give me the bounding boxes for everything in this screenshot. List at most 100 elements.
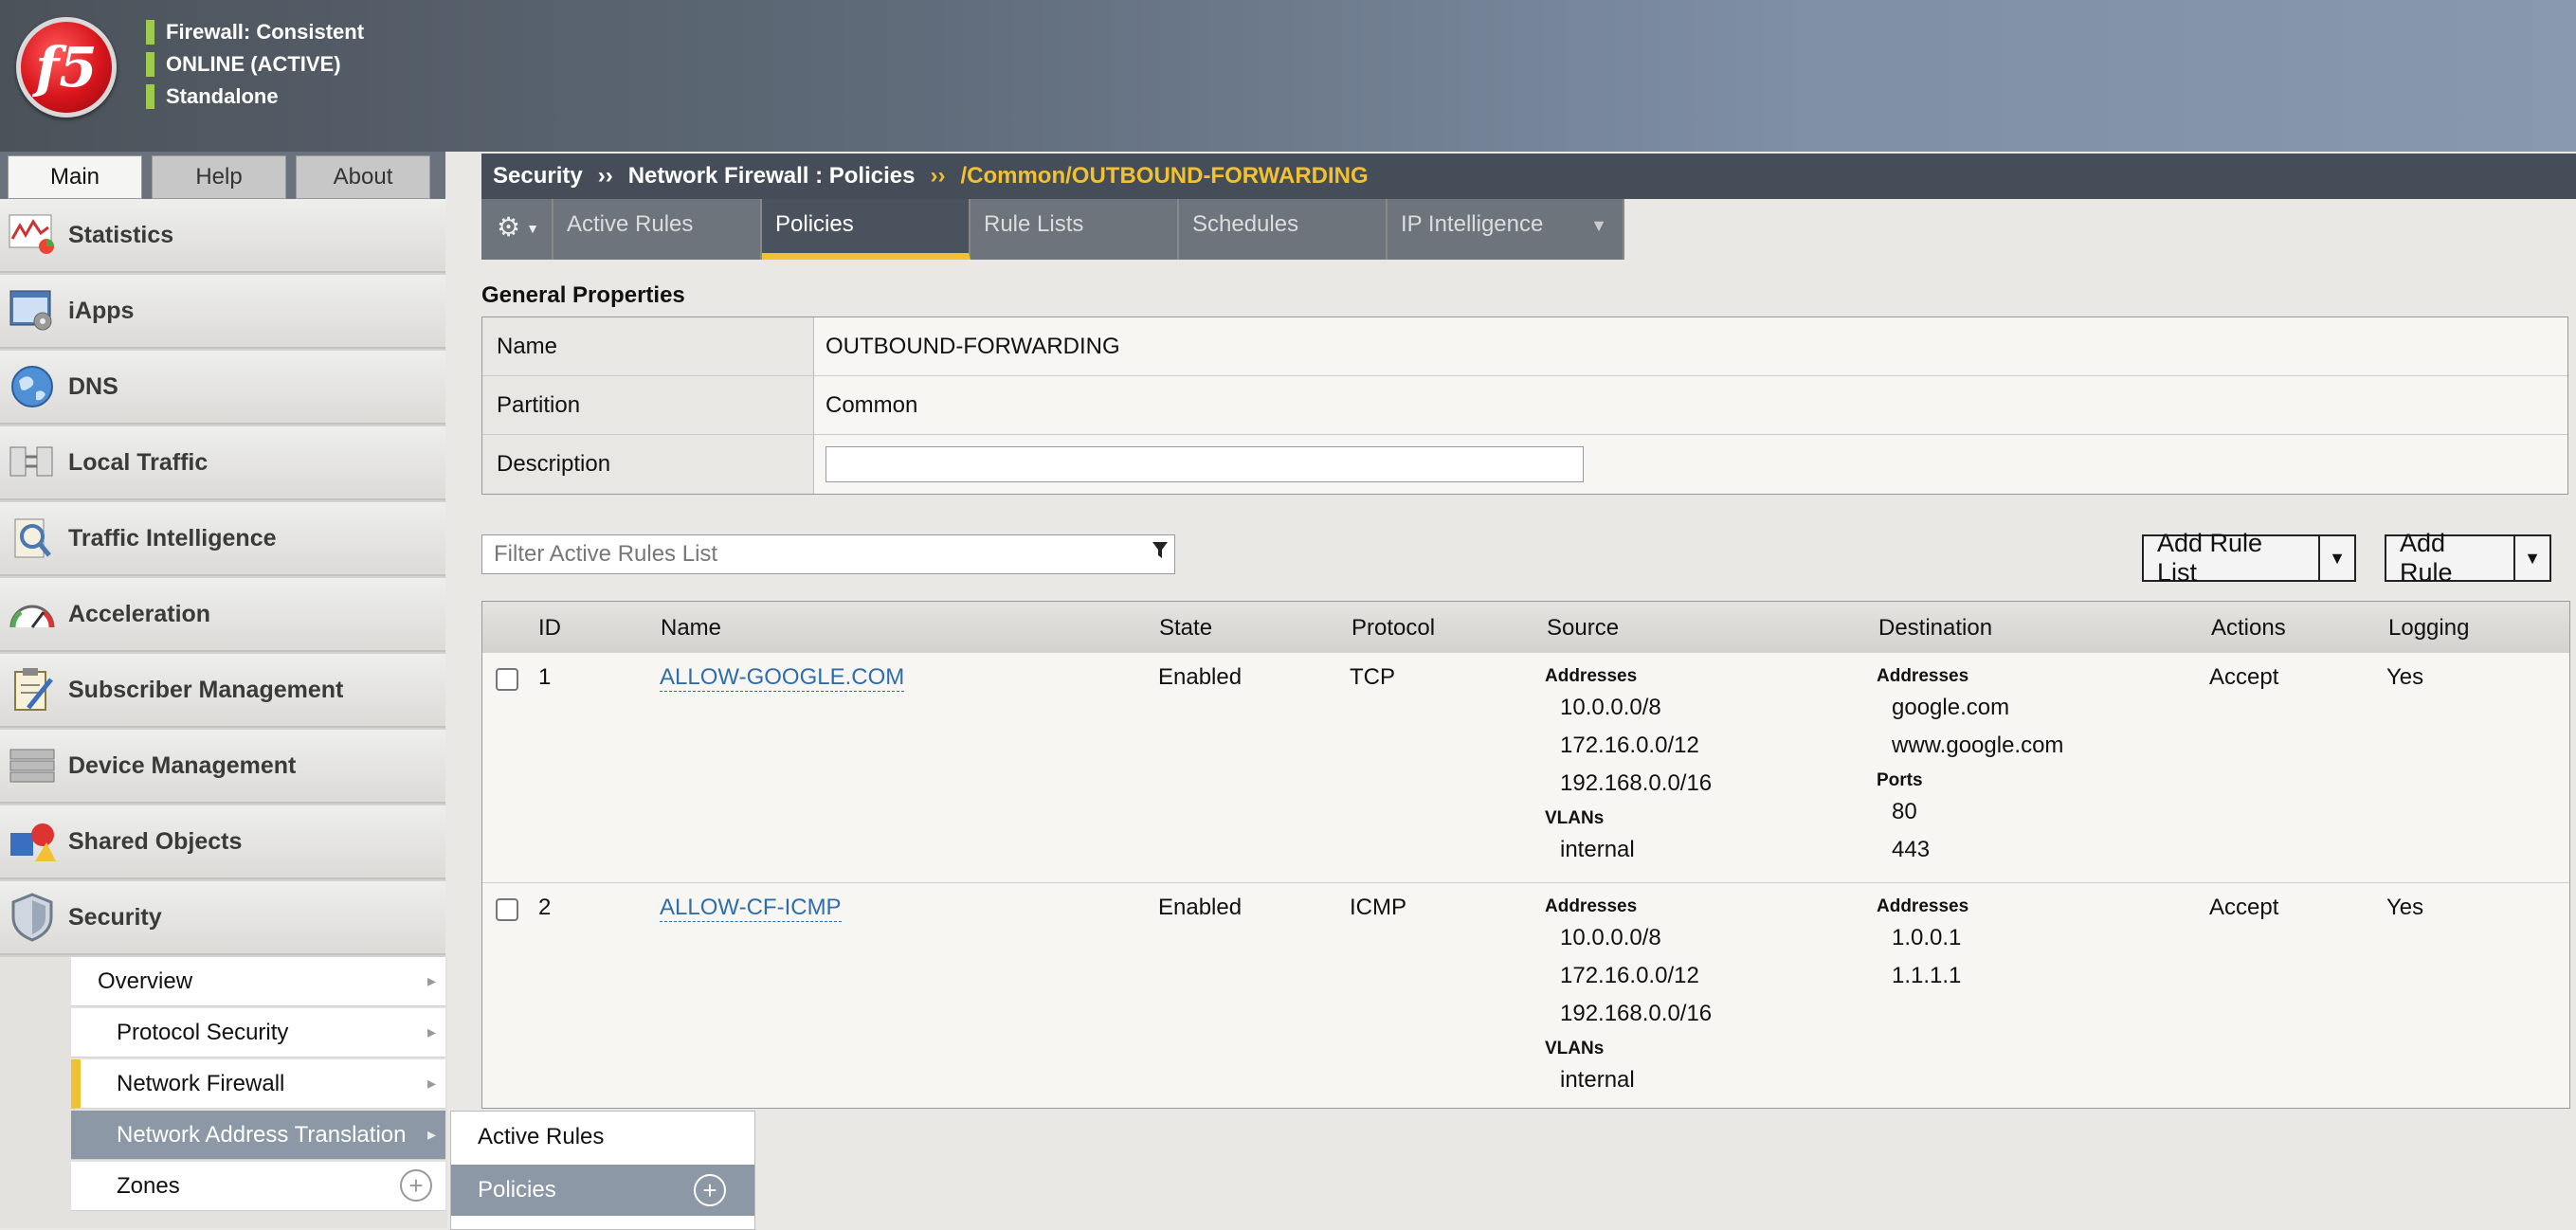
add-rule-button[interactable]: Add Rule bbox=[2385, 529, 2515, 587]
breadcrumb-current: /Common/OUTBOUND-FORWARDING bbox=[960, 163, 1369, 189]
submenu-label: Overview bbox=[98, 968, 193, 994]
caret-down-icon: ▼ bbox=[2524, 548, 2541, 568]
submenu-label: Zones bbox=[117, 1172, 180, 1199]
sidebar-item-shared-objects[interactable]: Shared Objects bbox=[0, 805, 445, 879]
rule-name-link[interactable]: ALLOW-GOOGLE.COM bbox=[660, 664, 905, 692]
filter-input[interactable]: Filter Active Rules List bbox=[481, 534, 1175, 574]
column-header-logging[interactable]: Logging bbox=[2388, 615, 2469, 642]
globe-icon bbox=[8, 362, 57, 411]
breadcrumb-network-firewall-policies[interactable]: Network Firewall : Policies bbox=[628, 163, 916, 190]
sidebar-item-label: Local Traffic bbox=[68, 448, 209, 476]
main-tabs: Main Help About bbox=[0, 152, 445, 199]
iapps-icon bbox=[8, 286, 57, 335]
status-mode: Standalone bbox=[146, 84, 279, 109]
general-properties-table: Name OUTBOUND-FORWARDING Partition Commo… bbox=[481, 317, 2568, 495]
server-icon bbox=[8, 741, 57, 790]
breadcrumb-separator: ›› bbox=[930, 163, 946, 189]
property-label: Name bbox=[482, 317, 814, 375]
description-input[interactable] bbox=[825, 446, 1584, 482]
row-checkbox[interactable] bbox=[496, 898, 518, 921]
flyout-active-rules[interactable]: Active Rules bbox=[451, 1112, 754, 1163]
status-online: ONLINE (ACTIVE) bbox=[146, 52, 341, 77]
rule-action: Accept bbox=[2209, 895, 2279, 920]
add-rule-dropdown[interactable]: ▼ bbox=[2515, 534, 2551, 582]
status-text: Firewall: Consistent bbox=[166, 20, 365, 44]
column-header-actions[interactable]: Actions bbox=[2211, 615, 2286, 642]
sidebar-item-label: Shared Objects bbox=[68, 827, 243, 855]
source-address: 172.16.0.0/12 bbox=[1560, 963, 1699, 988]
add-circle-icon[interactable]: + bbox=[694, 1174, 726, 1206]
breadcrumb-security[interactable]: Security bbox=[493, 163, 583, 190]
sidebar-item-iapps[interactable]: iApps bbox=[0, 275, 445, 349]
rule-protocol: ICMP bbox=[1350, 895, 1406, 920]
tab-about[interactable]: About bbox=[296, 155, 430, 199]
caret-down-icon: ▼ bbox=[526, 221, 539, 236]
column-header-state[interactable]: State bbox=[1159, 615, 1212, 642]
sidebar-item-security[interactable]: Security bbox=[0, 881, 445, 955]
submenu-overview[interactable]: Overview ▸ bbox=[71, 957, 445, 1006]
table-row: 2 ALLOW-CF-ICMP Enabled ICMP Addresses 1… bbox=[482, 883, 2569, 1107]
add-rule-group: Add Rule ▼ bbox=[2385, 529, 2551, 587]
add-rule-list-group: Add Rule List ▼ bbox=[2142, 529, 2356, 587]
column-header-id[interactable]: ID bbox=[538, 615, 561, 642]
tab-ip-intelligence[interactable]: IP Intelligence ▼ bbox=[1388, 199, 1624, 260]
submenu-zones[interactable]: Zones + bbox=[71, 1162, 445, 1211]
flyout-policies[interactable]: Policies + bbox=[451, 1165, 754, 1216]
sidebar-item-statistics[interactable]: Statistics bbox=[0, 199, 445, 273]
tab-rule-lists[interactable]: Rule Lists bbox=[971, 199, 1179, 260]
sidebar-item-subscriber-management[interactable]: Subscriber Management bbox=[0, 654, 445, 728]
policy-subtabs: ⚙ ▼ Active Rules Policies Rule Lists Sch… bbox=[481, 199, 1624, 260]
rule-logging: Yes bbox=[2386, 895, 2424, 920]
tab-active-rules[interactable]: Active Rules bbox=[553, 199, 762, 260]
tab-help[interactable]: Help bbox=[152, 155, 286, 199]
submenu-protocol-security[interactable]: Protocol Security ▸ bbox=[71, 1008, 445, 1058]
chevron-right-icon: ▸ bbox=[426, 1022, 436, 1041]
gear-menu-button[interactable]: ⚙ ▼ bbox=[481, 199, 553, 260]
destination-addresses-label: Addresses bbox=[1877, 896, 1969, 916]
destination-address: www.google.com bbox=[1892, 733, 2064, 758]
sidebar-item-label: iApps bbox=[68, 297, 135, 324]
source-addresses-label: Addresses bbox=[1545, 666, 1638, 686]
sidebar-item-dns[interactable]: DNS bbox=[0, 351, 445, 425]
sidebar-item-label: Device Management bbox=[68, 751, 297, 779]
submenu-network-firewall[interactable]: Network Firewall ▸ bbox=[71, 1059, 445, 1109]
submenu-label: Network Firewall bbox=[117, 1070, 285, 1096]
table-row: 1 ALLOW-GOOGLE.COM Enabled TCP Addresses… bbox=[482, 653, 2569, 883]
add-rule-list-dropdown[interactable]: ▼ bbox=[2320, 534, 2356, 582]
traffic-intelligence-icon bbox=[8, 514, 57, 563]
destination-port: 443 bbox=[1892, 837, 1931, 862]
add-circle-icon[interactable]: + bbox=[400, 1169, 432, 1202]
column-header-source[interactable]: Source bbox=[1547, 615, 1619, 642]
destination-address: 1.1.1.1 bbox=[1892, 963, 1962, 988]
source-vlans-label: VLANs bbox=[1545, 1039, 1605, 1058]
column-header-protocol[interactable]: Protocol bbox=[1351, 615, 1435, 642]
row-checkbox[interactable] bbox=[496, 668, 518, 691]
sidebar-item-device-management[interactable]: Device Management bbox=[0, 730, 445, 804]
destination-port: 80 bbox=[1892, 799, 1917, 824]
caret-down-icon: ▼ bbox=[2329, 548, 2346, 568]
tab-schedules[interactable]: Schedules bbox=[1179, 199, 1388, 260]
sidebar-item-traffic-intelligence[interactable]: Traffic Intelligence bbox=[0, 502, 445, 576]
nat-flyout-menu: Active Rules Policies + bbox=[450, 1111, 755, 1230]
destination-ports-label: Ports bbox=[1877, 770, 1923, 790]
property-value bbox=[814, 435, 1584, 494]
rule-name-link[interactable]: ALLOW-CF-ICMP bbox=[660, 895, 842, 922]
property-row: Partition Common bbox=[482, 376, 2567, 435]
add-rule-list-button[interactable]: Add Rule List bbox=[2142, 529, 2320, 587]
status-sync: Firewall: Consistent bbox=[146, 20, 364, 45]
column-header-name[interactable]: Name bbox=[661, 615, 721, 642]
destination-addresses-label: Addresses bbox=[1877, 666, 1969, 686]
filter-icon[interactable] bbox=[1152, 541, 1169, 566]
sidebar-item-acceleration[interactable]: Acceleration bbox=[0, 578, 445, 652]
property-row: Name OUTBOUND-FORWARDING bbox=[482, 317, 2567, 376]
property-row: Description bbox=[482, 435, 2567, 494]
submenu-network-address-translation[interactable]: Network Address Translation ▸ bbox=[71, 1111, 445, 1160]
tab-policies[interactable]: Policies bbox=[762, 199, 971, 260]
submenu-label: Network Address Translation bbox=[117, 1121, 407, 1148]
column-header-destination[interactable]: Destination bbox=[1878, 615, 1992, 642]
rule-state: Enabled bbox=[1158, 895, 1243, 920]
tab-main[interactable]: Main bbox=[8, 155, 142, 199]
chevron-right-icon: ▸ bbox=[426, 1074, 436, 1093]
sidebar-item-local-traffic[interactable]: Local Traffic bbox=[0, 426, 445, 500]
f5-logo[interactable]: f5 bbox=[16, 17, 117, 118]
